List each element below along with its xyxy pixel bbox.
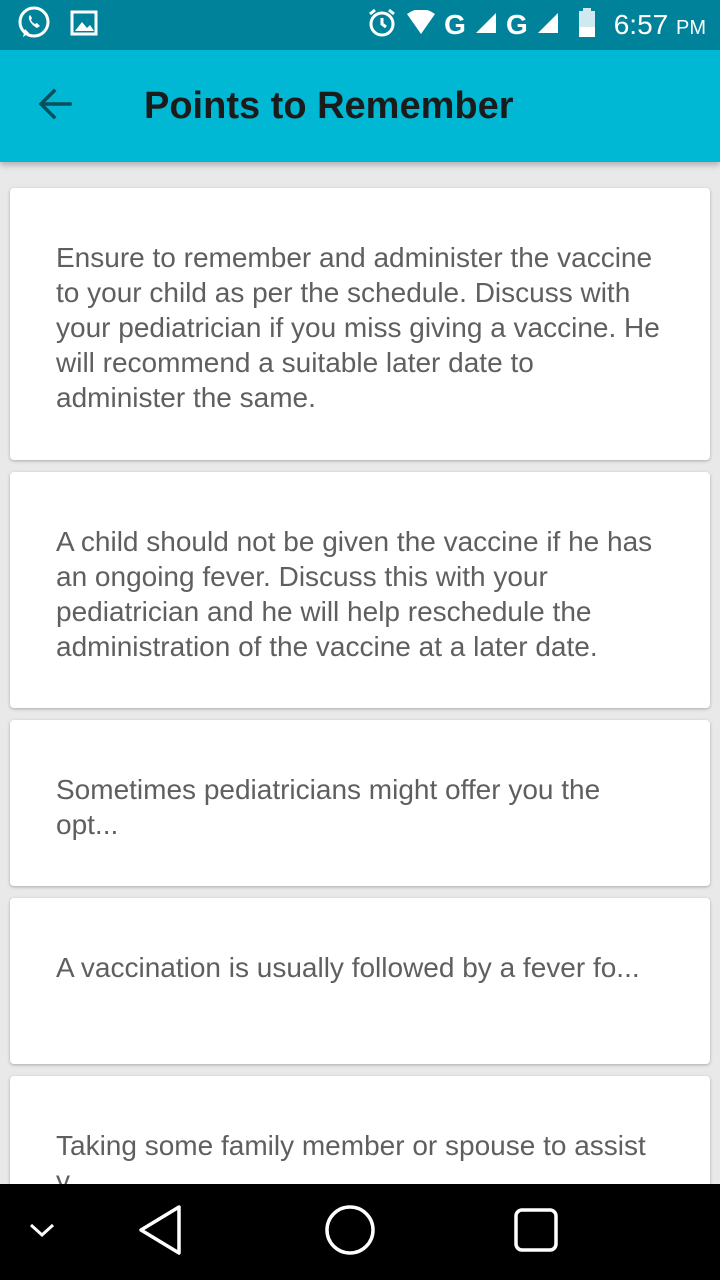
point-card[interactable]: Sometimes pediatricians might offer you … xyxy=(10,720,710,886)
status-right-icons: G G 6:57 PM xyxy=(366,7,706,44)
gallery-icon xyxy=(70,10,98,41)
arrow-left-icon xyxy=(38,86,74,127)
recents-square-icon xyxy=(513,1207,559,1258)
hide-keyboard-button[interactable] xyxy=(18,1184,66,1280)
point-card[interactable]: Taking some family member or spouse to a… xyxy=(10,1076,710,1184)
app-bar: Points to Remember xyxy=(0,50,720,162)
page-title: Points to Remember xyxy=(144,84,514,127)
home-circle-icon xyxy=(324,1204,376,1261)
status-left-icons xyxy=(16,5,98,46)
network-type-1: G xyxy=(444,9,466,40)
status-time: 6:57 PM xyxy=(614,9,706,41)
whatsapp-icon xyxy=(16,5,52,46)
nav-home-button[interactable] xyxy=(318,1184,382,1280)
point-card[interactable]: A child should not be given the vaccine … xyxy=(10,472,710,708)
status-bar: G G 6:57 PM xyxy=(0,0,720,50)
point-card[interactable]: A vaccination is usually followed by a f… xyxy=(10,898,710,1064)
alarm-icon xyxy=(366,7,398,44)
points-list: Ensure to remember and administer the va… xyxy=(0,162,720,1184)
wifi-icon xyxy=(406,8,436,41)
nav-back-button[interactable] xyxy=(128,1184,192,1280)
network-type-2: G xyxy=(505,9,528,40)
point-text: A child should not be given the vaccine … xyxy=(56,526,653,662)
battery-icon xyxy=(578,7,596,43)
time-value: 6:57 xyxy=(613,9,669,40)
point-text: Ensure to remember and administer the va… xyxy=(56,242,660,413)
back-button[interactable] xyxy=(26,76,86,136)
point-card[interactable]: Ensure to remember and administer the va… xyxy=(10,188,710,460)
point-text: Taking some family member or spouse to a… xyxy=(56,1130,646,1184)
point-text: A vaccination is usually followed by a f… xyxy=(56,952,640,983)
point-text: Sometimes pediatricians might offer you … xyxy=(56,774,601,840)
system-nav-bar xyxy=(0,1184,720,1280)
back-triangle-icon xyxy=(137,1204,183,1261)
signal-icon xyxy=(536,11,560,40)
chevron-down-icon xyxy=(28,1220,56,1245)
signal-icon xyxy=(474,11,498,40)
nav-recents-button[interactable] xyxy=(504,1184,568,1280)
time-ampm: PM xyxy=(676,17,706,39)
